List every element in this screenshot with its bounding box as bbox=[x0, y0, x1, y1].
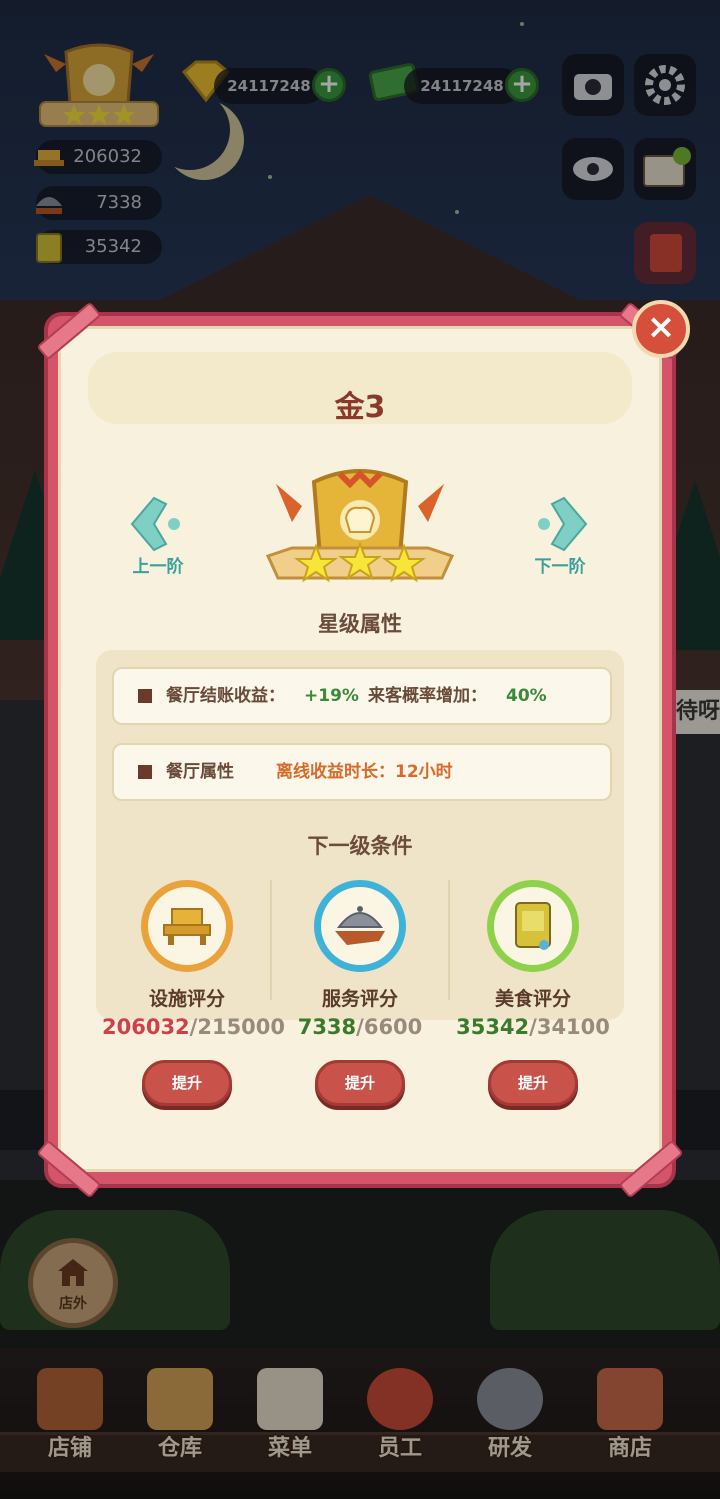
menu-book-icon bbox=[515, 902, 551, 950]
service-icon bbox=[335, 906, 385, 945]
condition-service: 服务评分 7338/6600 提升 bbox=[275, 880, 445, 1110]
upgrade-food-button[interactable]: 提升 bbox=[488, 1060, 578, 1106]
upgrade-facility-button[interactable]: 提升 bbox=[142, 1060, 232, 1106]
close-button[interactable]: × bbox=[632, 300, 690, 358]
upgrade-service-button[interactable]: 提升 bbox=[315, 1060, 405, 1106]
rank-title: 金3 bbox=[334, 390, 386, 425]
service-target: /6600 bbox=[356, 1015, 423, 1039]
attribute-row-income: 餐厅结账收益： +19% 来客概率增加： 40% bbox=[112, 667, 612, 725]
gold-rank-badge-icon bbox=[262, 466, 458, 592]
restaurant-attribute-label: 餐厅属性 bbox=[166, 762, 234, 782]
close-icon: × bbox=[646, 307, 676, 347]
checkout-income-label: 餐厅结账收益： bbox=[166, 686, 285, 706]
service-progress-ring bbox=[314, 880, 406, 972]
bullet-square bbox=[138, 689, 152, 703]
arrow-right-icon bbox=[538, 496, 588, 552]
next-level-conditions-title: 下一级条件 bbox=[307, 834, 413, 858]
facility-score-label: 设施评分 bbox=[148, 988, 225, 1010]
bullet-square bbox=[138, 765, 152, 779]
food-progress-ring bbox=[487, 880, 579, 972]
service-score-label: 服务评分 bbox=[321, 988, 398, 1010]
facility-progress-ring bbox=[141, 880, 233, 972]
service-current: 7338 bbox=[297, 1015, 357, 1039]
previous-rank-label: 上一阶 bbox=[132, 557, 184, 577]
food-target: /34100 bbox=[529, 1015, 610, 1039]
customer-rate-value: 40% bbox=[506, 686, 547, 706]
customer-rate-label: 来客概率增加： bbox=[368, 686, 487, 706]
attribute-row-offline: 餐厅属性 离线收益时长：12小时 bbox=[112, 743, 612, 801]
next-rank-label: 下一阶 bbox=[534, 557, 586, 577]
offline-income-duration: 离线收益时长：12小时 bbox=[276, 762, 453, 782]
condition-facility: 设施评分 206032/215000 提升 bbox=[102, 880, 285, 1110]
facility-icon bbox=[163, 908, 211, 945]
previous-rank-button[interactable]: 上一阶 bbox=[118, 494, 198, 584]
condition-food: 美食评分 35342/34100 提升 bbox=[448, 880, 618, 1110]
food-current: 35342 bbox=[456, 1015, 530, 1039]
checkout-income-value: +19% bbox=[304, 686, 359, 706]
next-rank-button[interactable]: 下一阶 bbox=[520, 494, 600, 584]
arrow-left-icon bbox=[130, 496, 180, 552]
facility-target: /215000 bbox=[189, 1015, 286, 1039]
attributes-title: 星级属性 bbox=[318, 612, 402, 636]
facility-current: 206032 bbox=[102, 1015, 190, 1039]
food-score-label: 美食评分 bbox=[494, 988, 571, 1010]
